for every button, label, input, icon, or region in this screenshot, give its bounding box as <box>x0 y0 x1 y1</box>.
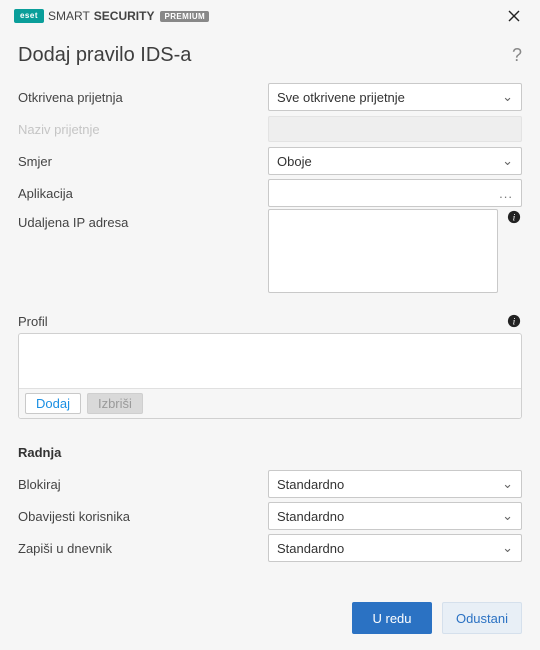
profil-list-body[interactable] <box>19 334 521 388</box>
label-profil: Profil <box>18 314 48 329</box>
profil-section: Profil i Dodaj Izbriši <box>0 313 540 419</box>
add-profil-button[interactable]: Dodaj <box>25 393 81 414</box>
browse-aplikacija[interactable]: ... <box>268 179 522 207</box>
radnja-section: Blokiraj Standardno ⌄ Obavijesti korisni… <box>0 468 540 564</box>
page-title: Dodaj pravilo IDS-a <box>18 44 191 67</box>
ellipsis-icon: ... <box>499 186 513 201</box>
svg-text:i: i <box>513 317 516 328</box>
cancel-button[interactable]: Odustani <box>442 602 522 634</box>
section-radnja-heading: Radnja <box>0 419 540 468</box>
profil-panel-footer: Dodaj Izbriši <box>19 388 521 418</box>
chevron-down-icon: ⌄ <box>502 540 513 556</box>
titlebar: eset SMART SECURITY PREMIUM <box>0 0 540 30</box>
dialog-window: eset SMART SECURITY PREMIUM Dodaj pravil… <box>0 0 540 650</box>
header: Dodaj pravilo IDS-a ? <box>0 30 540 77</box>
label-otkrivena-prijetnja: Otkrivena prijetnja <box>18 88 258 107</box>
select-blokiraj[interactable]: Standardno ⌄ <box>268 470 522 498</box>
brand-name-thin: SMART <box>48 9 90 23</box>
brand-name-bold: SECURITY <box>94 9 155 23</box>
label-zapisi: Zapiši u dnevnik <box>18 539 258 558</box>
textarea-udaljena-ip[interactable] <box>268 209 498 293</box>
label-udaljena-ip: Udaljena IP adresa <box>18 209 258 232</box>
label-naziv-prijetnje: Naziv prijetnje <box>18 120 258 139</box>
brand-logo: eset <box>14 9 44 23</box>
info-button-profil[interactable]: i <box>506 313 522 329</box>
svg-text:i: i <box>513 213 516 224</box>
select-value: Standardno <box>277 509 344 524</box>
dialog-footer: U redu Odustani <box>0 590 540 650</box>
help-button[interactable]: ? <box>512 45 522 66</box>
select-value: Sve otkrivene prijetnje <box>277 90 405 105</box>
chevron-down-icon: ⌄ <box>502 153 513 169</box>
ok-button[interactable]: U redu <box>352 602 432 634</box>
profil-list-panel: Dodaj Izbriši <box>18 333 522 419</box>
brand: eset SMART SECURITY PREMIUM <box>14 9 209 23</box>
chevron-down-icon: ⌄ <box>502 89 513 105</box>
chevron-down-icon: ⌄ <box>502 508 513 524</box>
brand-badge: PREMIUM <box>160 11 209 22</box>
delete-profil-button: Izbriši <box>87 393 143 414</box>
label-obavijesti: Obavijesti korisnika <box>18 507 258 526</box>
info-icon: i <box>507 210 521 224</box>
select-otkrivena-prijetnja[interactable]: Sve otkrivene prijetnje ⌄ <box>268 83 522 111</box>
label-blokiraj: Blokiraj <box>18 475 258 494</box>
chevron-down-icon: ⌄ <box>502 476 513 492</box>
label-smjer: Smjer <box>18 152 258 171</box>
close-button[interactable] <box>500 5 528 27</box>
input-naziv-prijetnje <box>268 116 522 142</box>
select-smjer[interactable]: Oboje ⌄ <box>268 147 522 175</box>
info-icon: i <box>507 314 521 328</box>
close-icon <box>508 10 520 22</box>
label-aplikacija: Aplikacija <box>18 184 258 203</box>
select-value: Oboje <box>277 154 312 169</box>
info-button-udaljena-ip[interactable]: i <box>506 209 522 225</box>
select-obavijesti[interactable]: Standardno ⌄ <box>268 502 522 530</box>
select-zapisi[interactable]: Standardno ⌄ <box>268 534 522 562</box>
select-value: Standardno <box>277 477 344 492</box>
form: Otkrivena prijetnja Sve otkrivene prijet… <box>0 77 540 313</box>
select-value: Standardno <box>277 541 344 556</box>
